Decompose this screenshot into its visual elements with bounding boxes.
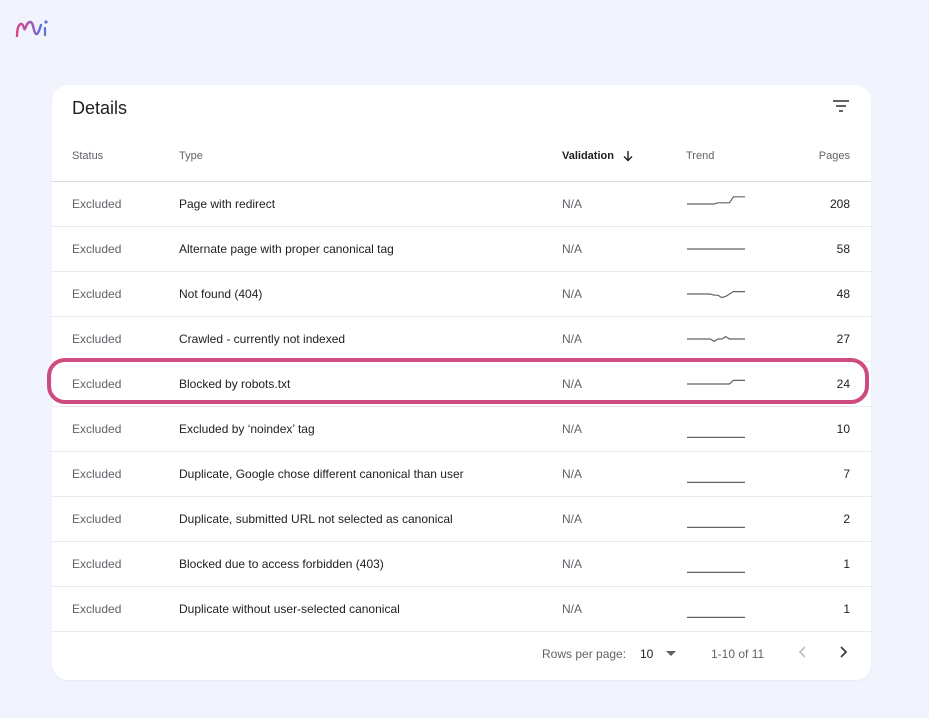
validation-cell: N/A <box>562 242 583 256</box>
pages-cell: 27 <box>836 332 850 346</box>
validation-cell: N/A <box>562 377 583 391</box>
table-row[interactable]: Excluded Blocked due to access forbidden… <box>52 542 871 587</box>
trend-line <box>687 291 745 299</box>
type-cell: Duplicate without user-selected canonica… <box>179 602 400 616</box>
validation-cell: N/A <box>562 422 583 436</box>
table-row[interactable]: Excluded Duplicate, Google chose differe… <box>52 452 871 497</box>
type-cell: Crawled - currently not indexed <box>179 332 346 346</box>
brand-logo-icon <box>14 16 52 40</box>
trend-sparkline <box>687 196 745 205</box>
type-cell: Duplicate, Google chose different canoni… <box>179 467 464 481</box>
trend-sparkline <box>687 571 745 573</box>
filter-icon[interactable] <box>831 96 851 116</box>
type-cell: Excluded by ‘noindex’ tag <box>179 422 315 436</box>
trend-line <box>687 379 745 385</box>
trend-sparkline <box>687 248 745 250</box>
status-cell: Excluded <box>72 557 122 571</box>
table-body: Excluded Page with redirect N/A 208 Excl… <box>52 182 871 632</box>
table-row[interactable]: Excluded Duplicate without user-selected… <box>52 587 871 632</box>
arrow-down-icon <box>623 151 633 162</box>
validation-cell: N/A <box>562 557 583 571</box>
trend-line <box>687 335 745 343</box>
trend-sparkline <box>687 291 745 299</box>
table-row[interactable]: Excluded Alternate page with proper cano… <box>52 227 871 272</box>
details-card: Details Status Type Validation Trend Pag… <box>52 85 871 680</box>
validation-cell: N/A <box>562 512 583 526</box>
card-title: Details <box>72 98 128 118</box>
trend-sparkline <box>687 436 745 438</box>
trend-sparkline <box>687 335 745 343</box>
trend-sparkline <box>687 616 745 618</box>
pages-cell: 24 <box>836 377 850 391</box>
column-header-validation[interactable]: Validation <box>562 150 634 162</box>
status-cell: Excluded <box>72 197 122 211</box>
trend-sparkline <box>687 379 745 385</box>
chevron-left-icon[interactable] <box>793 642 813 662</box>
type-cell: Duplicate, submitted URL not selected as… <box>179 512 453 526</box>
table-row-highlighted[interactable]: Excluded Blocked by robots.txt N/A 24 <box>52 362 871 407</box>
pages-cell: 208 <box>829 197 850 211</box>
pages-cell: 1 <box>843 602 850 616</box>
pages-cell: 48 <box>836 287 850 301</box>
validation-cell: N/A <box>562 332 583 346</box>
trend-sparkline <box>687 481 745 483</box>
column-header-status[interactable]: Status <box>72 150 103 162</box>
caret-down-icon <box>666 651 676 656</box>
rows-per-page-label: Rows per page: <box>542 647 627 661</box>
pages-cell: 1 <box>843 557 850 571</box>
type-cell: Page with redirect <box>179 197 276 211</box>
status-cell: Excluded <box>72 422 122 436</box>
type-cell: Blocked due to access forbidden (403) <box>179 557 384 571</box>
pages-cell: 7 <box>843 467 850 481</box>
pagination-bar: Rows per page: 10 1-10 of 11 <box>52 630 871 670</box>
status-cell: Excluded <box>72 602 122 616</box>
table-header: Status Type Validation Trend Pages <box>52 136 871 182</box>
pages-cell: 2 <box>843 512 850 526</box>
trend-sparkline <box>687 526 745 528</box>
table-row[interactable]: Excluded Page with redirect N/A 208 <box>52 182 871 227</box>
status-cell: Excluded <box>72 467 122 481</box>
status-cell: Excluded <box>72 512 122 526</box>
rows-per-page-value: 10 <box>640 647 654 661</box>
column-header-validation-label: Validation <box>562 150 614 162</box>
status-cell: Excluded <box>72 377 122 391</box>
rows-per-page-select[interactable]: 10 <box>640 643 680 665</box>
table-row[interactable]: Excluded Duplicate, submitted URL not se… <box>52 497 871 542</box>
validation-cell: N/A <box>562 287 583 301</box>
status-cell: Excluded <box>72 287 122 301</box>
chevron-right-icon[interactable] <box>833 642 853 662</box>
type-cell: Not found (404) <box>179 287 263 301</box>
status-cell: Excluded <box>72 242 122 256</box>
column-header-type[interactable]: Type <box>179 150 203 162</box>
validation-cell: N/A <box>562 602 583 616</box>
trend-line <box>687 196 745 205</box>
pages-cell: 10 <box>836 422 850 436</box>
status-cell: Excluded <box>72 332 122 346</box>
pagination-range: 1-10 of 11 <box>711 647 765 661</box>
table-row[interactable]: Excluded Not found (404) N/A 48 <box>52 272 871 317</box>
type-cell: Blocked by robots.txt <box>179 377 291 391</box>
validation-cell: N/A <box>562 467 583 481</box>
pages-cell: 58 <box>836 242 850 256</box>
type-cell: Alternate page with proper canonical tag <box>179 242 394 256</box>
column-header-pages[interactable]: Pages <box>819 150 850 162</box>
validation-cell: N/A <box>562 197 583 211</box>
column-header-trend: Trend <box>686 150 715 162</box>
table-row[interactable]: Excluded Crawled - currently not indexed… <box>52 317 871 362</box>
table-row[interactable]: Excluded Excluded by ‘noindex’ tag N/A 1… <box>52 407 871 452</box>
